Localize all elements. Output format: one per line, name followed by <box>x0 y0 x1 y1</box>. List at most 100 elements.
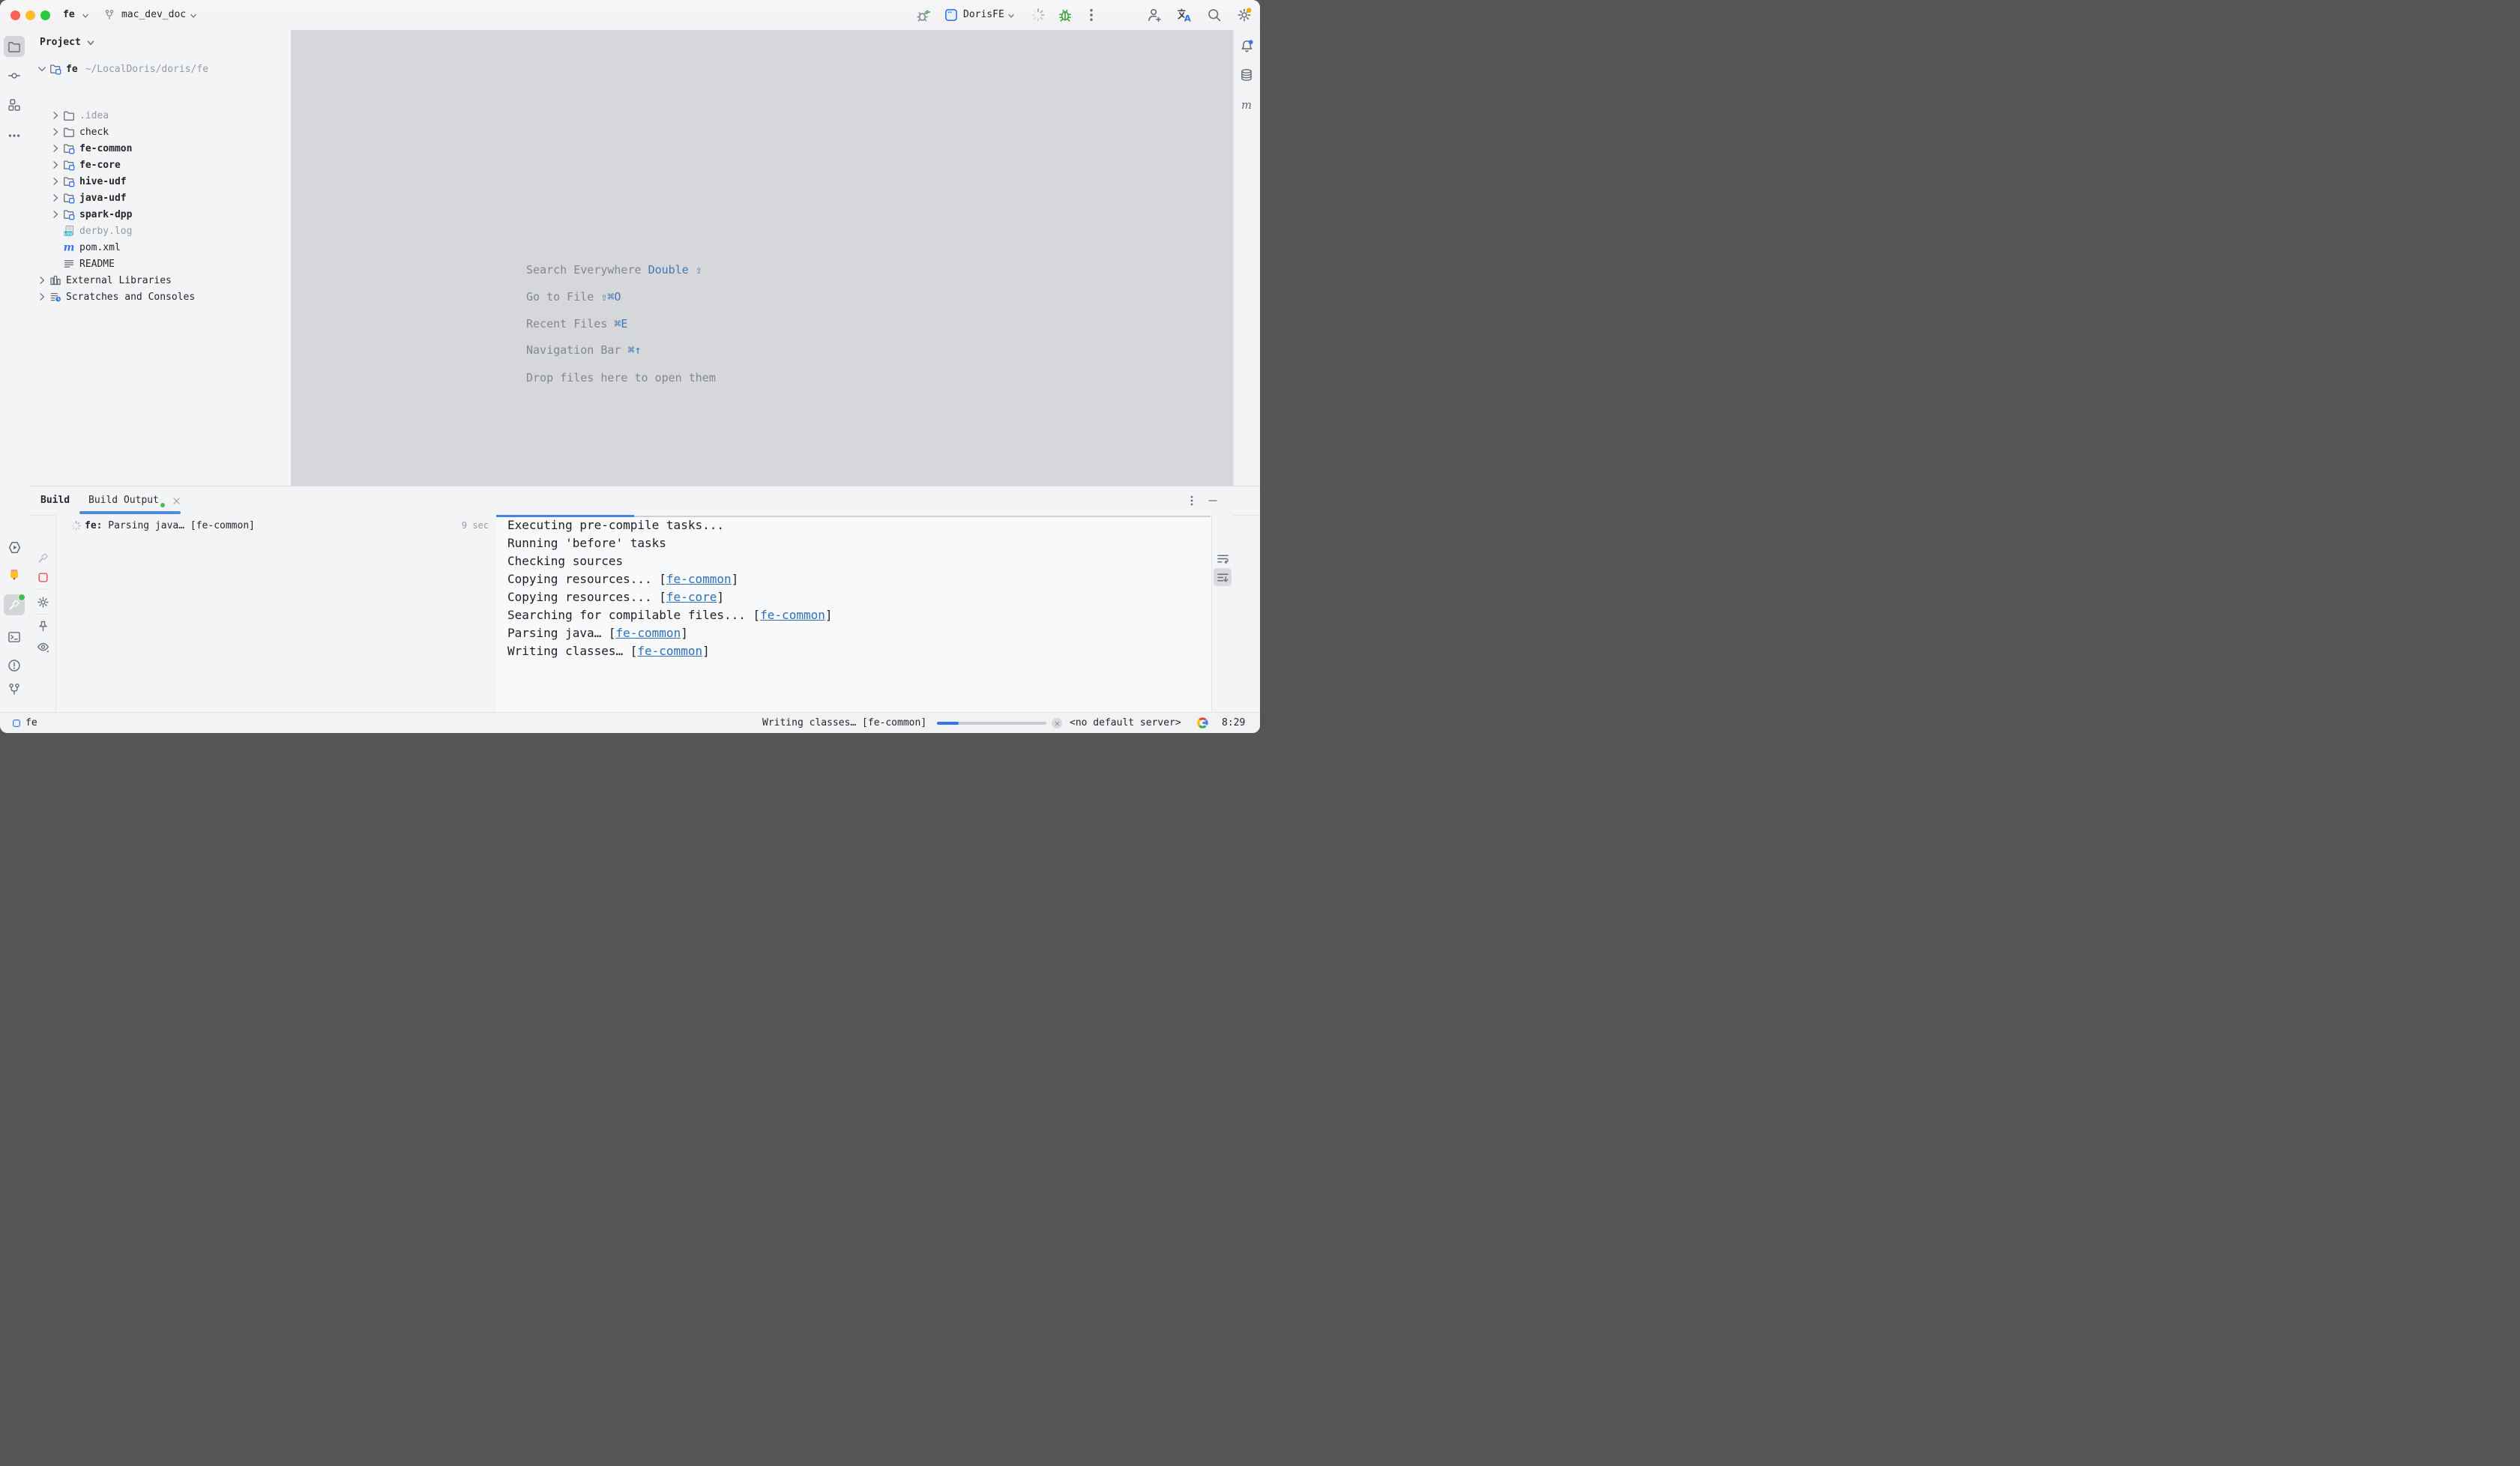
module-link[interactable]: fe-common <box>616 626 681 640</box>
module-link[interactable]: fe-common <box>637 644 702 658</box>
chevron-right-icon[interactable] <box>49 192 61 204</box>
run-configuration-icon[interactable] <box>944 7 959 22</box>
more-actions-icon[interactable] <box>1084 7 1099 22</box>
sidebar-item-notifications[interactable] <box>1236 35 1257 56</box>
tree-row-hive-udf[interactable]: hive-udf <box>30 173 310 190</box>
sidebar-item-services[interactable] <box>4 537 25 558</box>
chevron-right-icon[interactable] <box>49 142 61 154</box>
hint-label: Go to File <box>526 290 600 304</box>
module-link[interactable]: fe-common <box>760 608 825 622</box>
tree-row-external-libraries[interactable]: External Libraries <box>30 272 297 289</box>
build-task-row[interactable]: fe: Parsing java… [fe-common] 9 sec <box>56 516 496 534</box>
terminal-icon <box>7 630 21 644</box>
tree-row-check[interactable]: check <box>30 124 310 140</box>
sidebar-item-structure[interactable] <box>4 94 25 115</box>
sidebar-item-git[interactable] <box>4 679 25 700</box>
scroll-to-end-icon <box>1217 571 1229 584</box>
chevron-right-icon[interactable] <box>36 274 48 286</box>
tree-row-fe[interactable]: fe ~/LocalDoris/doris/fe <box>30 61 297 77</box>
tree-row-derby-log[interactable]: LOG derby.log <box>30 223 310 239</box>
hint-label: Search Everywhere <box>526 263 648 277</box>
active-tab-indicator <box>79 511 181 514</box>
rebuild-button[interactable] <box>34 549 52 567</box>
sidebar-item-maven[interactable]: m <box>1236 94 1257 115</box>
tree-label: spark-dpp <box>79 209 132 220</box>
branch-widget[interactable]: mac_dev_doc <box>121 0 186 30</box>
build-panel-more-icon[interactable] <box>1183 492 1201 510</box>
code-with-me-icon[interactable] <box>1147 7 1162 22</box>
chevron-right-icon[interactable] <box>49 159 61 171</box>
tree-label: .idea <box>79 110 109 121</box>
status-module-widget[interactable]: fe <box>25 713 37 733</box>
chevron-down-icon <box>1007 11 1016 20</box>
sidebar-item-problems[interactable] <box>4 655 25 676</box>
traffic-close-button[interactable] <box>10 10 20 20</box>
build-settings-button[interactable] <box>34 593 52 611</box>
scroll-to-end-button[interactable] <box>1214 568 1232 586</box>
cancel-progress-button[interactable] <box>1052 718 1062 729</box>
hint-label: Recent Files <box>526 317 614 331</box>
project-tool-window: Project fe ~/LocalDoris/doris/fe .idea c… <box>30 30 292 486</box>
tree-row-fe-core[interactable]: fe-core <box>30 157 310 173</box>
build-task-tree: fe: Parsing java… [fe-common] 9 sec <box>55 515 497 713</box>
traffic-minimize-button[interactable] <box>25 10 35 20</box>
stop-button[interactable] <box>34 568 52 586</box>
tree-row-java-udf[interactable]: java-udf <box>30 190 310 206</box>
project-switcher[interactable]: fe <box>63 0 75 30</box>
build-output-console[interactable]: Executing pre-compile tasks... Running '… <box>496 515 1212 713</box>
debug-button[interactable] <box>1058 7 1073 22</box>
tree-label: fe-common <box>79 143 132 154</box>
folder-icon <box>63 126 75 138</box>
divider <box>37 614 49 615</box>
pin-button[interactable] <box>34 617 52 635</box>
tree-row-scratches[interactable]: Scratches and Consoles <box>30 289 297 305</box>
chevron-right-icon[interactable] <box>49 126 61 138</box>
settings-gear-icon[interactable] <box>1237 7 1252 22</box>
hint-recent-files: Recent Files ⌘E <box>526 316 627 332</box>
chevron-right-icon[interactable] <box>36 291 48 303</box>
module-folder-icon <box>63 208 75 220</box>
google-translate-icon[interactable] <box>1196 717 1209 729</box>
project-panel-header[interactable]: Project <box>40 34 96 51</box>
attach-debugger-icon[interactable] <box>916 7 931 22</box>
hint-navigation-bar: Navigation Bar ⌘↑ <box>526 342 642 358</box>
tree-row-idea[interactable]: .idea <box>30 107 310 124</box>
translate-icon[interactable]: A <box>1177 7 1192 22</box>
database-icon <box>1240 68 1253 82</box>
task-spinner-icon <box>70 520 82 531</box>
run-configuration-selector[interactable]: DorisFE <box>963 0 1004 30</box>
sidebar-item-commit[interactable] <box>4 65 25 86</box>
chevron-right-icon[interactable] <box>49 175 61 187</box>
search-icon[interactable] <box>1207 7 1222 22</box>
hint-shortcut: Double ⇧ <box>648 263 702 277</box>
task-text: Parsing java… [fe-common] <box>102 520 255 531</box>
tree-row-spark-dpp[interactable]: spark-dpp <box>30 206 310 223</box>
view-options-button[interactable] <box>34 638 52 656</box>
tree-row-fe-common[interactable]: fe-common <box>30 140 310 157</box>
chevron-down-icon <box>189 11 198 20</box>
chevron-right-icon[interactable] <box>49 109 61 121</box>
tree-row-readme[interactable]: README <box>30 256 310 272</box>
soft-wrap-button[interactable] <box>1214 549 1232 567</box>
sidebar-item-more[interactable] <box>4 125 25 146</box>
sidebar-item-build[interactable] <box>4 594 25 615</box>
module-link[interactable]: fe-core <box>666 590 717 604</box>
tree-label: External Libraries <box>66 275 172 286</box>
commit-icon <box>7 69 21 82</box>
sidebar-item-terminal[interactable] <box>4 627 25 648</box>
sidebar-item-database[interactable] <box>1236 64 1257 85</box>
build-panel-hide-icon[interactable] <box>1204 492 1222 510</box>
sidebar-item-plugin[interactable] <box>4 564 25 585</box>
chevron-right-icon[interactable] <box>49 208 61 220</box>
close-icon[interactable] <box>172 496 181 506</box>
tree-label: fe <box>66 64 78 75</box>
tree-label: check <box>79 127 109 138</box>
status-clock[interactable]: 8:29 <box>1222 713 1245 733</box>
module-link[interactable]: fe-common <box>666 572 732 586</box>
console-line: Writing classes… [fe-common] <box>507 642 833 660</box>
traffic-zoom-button[interactable] <box>40 10 50 20</box>
status-server-widget[interactable]: <no default server> <box>1070 713 1181 733</box>
sidebar-item-project[interactable] <box>4 36 25 57</box>
chevron-down-icon[interactable] <box>36 63 48 75</box>
tree-row-pom-xml[interactable]: m pom.xml <box>30 239 310 256</box>
